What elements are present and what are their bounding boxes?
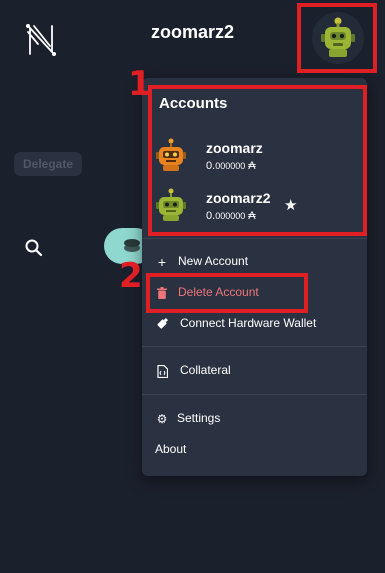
- robot-orange-icon: [156, 138, 186, 171]
- new-account-item[interactable]: + New Account: [142, 248, 367, 276]
- account-item-zoomarz[interactable]: zoomarz 0.000000 ₳: [142, 132, 367, 182]
- about-label: About: [155, 442, 187, 456]
- connect-hardware-wallet-label: Connect Hardware Wallet: [180, 316, 317, 330]
- trash-icon: [154, 285, 170, 301]
- document-code-icon: [154, 363, 170, 379]
- settings-label: Settings: [177, 411, 221, 425]
- collateral-item[interactable]: Collateral: [142, 357, 367, 385]
- account-name: zoomarz2: [206, 190, 271, 206]
- plus-icon: +: [157, 254, 167, 270]
- about-item[interactable]: About: [142, 436, 367, 464]
- account-menu: Accounts zoomarz 0.000000 ₳ zoomarz2 0.0…: [142, 78, 367, 476]
- search-icon[interactable]: [24, 238, 44, 258]
- header: zoomarz2: [0, 0, 385, 78]
- coins-icon: [124, 239, 140, 252]
- accounts-heading: Accounts: [159, 95, 228, 112]
- delegate-button[interactable]: Delegate: [14, 152, 82, 176]
- account-name: zoomarz: [206, 140, 263, 156]
- active-star-icon: ★: [284, 197, 298, 214]
- collateral-label: Collateral: [180, 363, 231, 377]
- delete-account-label: Delete Account: [178, 285, 259, 299]
- gear-icon: ⚙: [156, 412, 168, 426]
- new-account-label: New Account: [178, 254, 249, 268]
- settings-item[interactable]: ⚙ Settings: [142, 405, 367, 433]
- account-item-zoomarz2[interactable]: zoomarz2 0.000000 ₳ ★: [142, 182, 367, 232]
- account-balance: 0.000000 ₳: [206, 210, 256, 222]
- usb-icon: [154, 316, 170, 332]
- connect-hardware-wallet-item[interactable]: Connect Hardware Wallet: [142, 310, 367, 338]
- divider: [142, 238, 367, 239]
- robot-green-icon: [321, 17, 355, 57]
- divider: [142, 346, 367, 347]
- account-avatar-button[interactable]: [312, 12, 364, 64]
- divider: [142, 394, 367, 395]
- ada-icon: ₳: [248, 160, 256, 172]
- account-balance: 0.000000 ₳: [206, 160, 256, 172]
- delete-account-item[interactable]: Delete Account: [142, 279, 367, 307]
- robot-green-icon: [156, 188, 186, 221]
- ada-icon: ₳: [248, 210, 256, 222]
